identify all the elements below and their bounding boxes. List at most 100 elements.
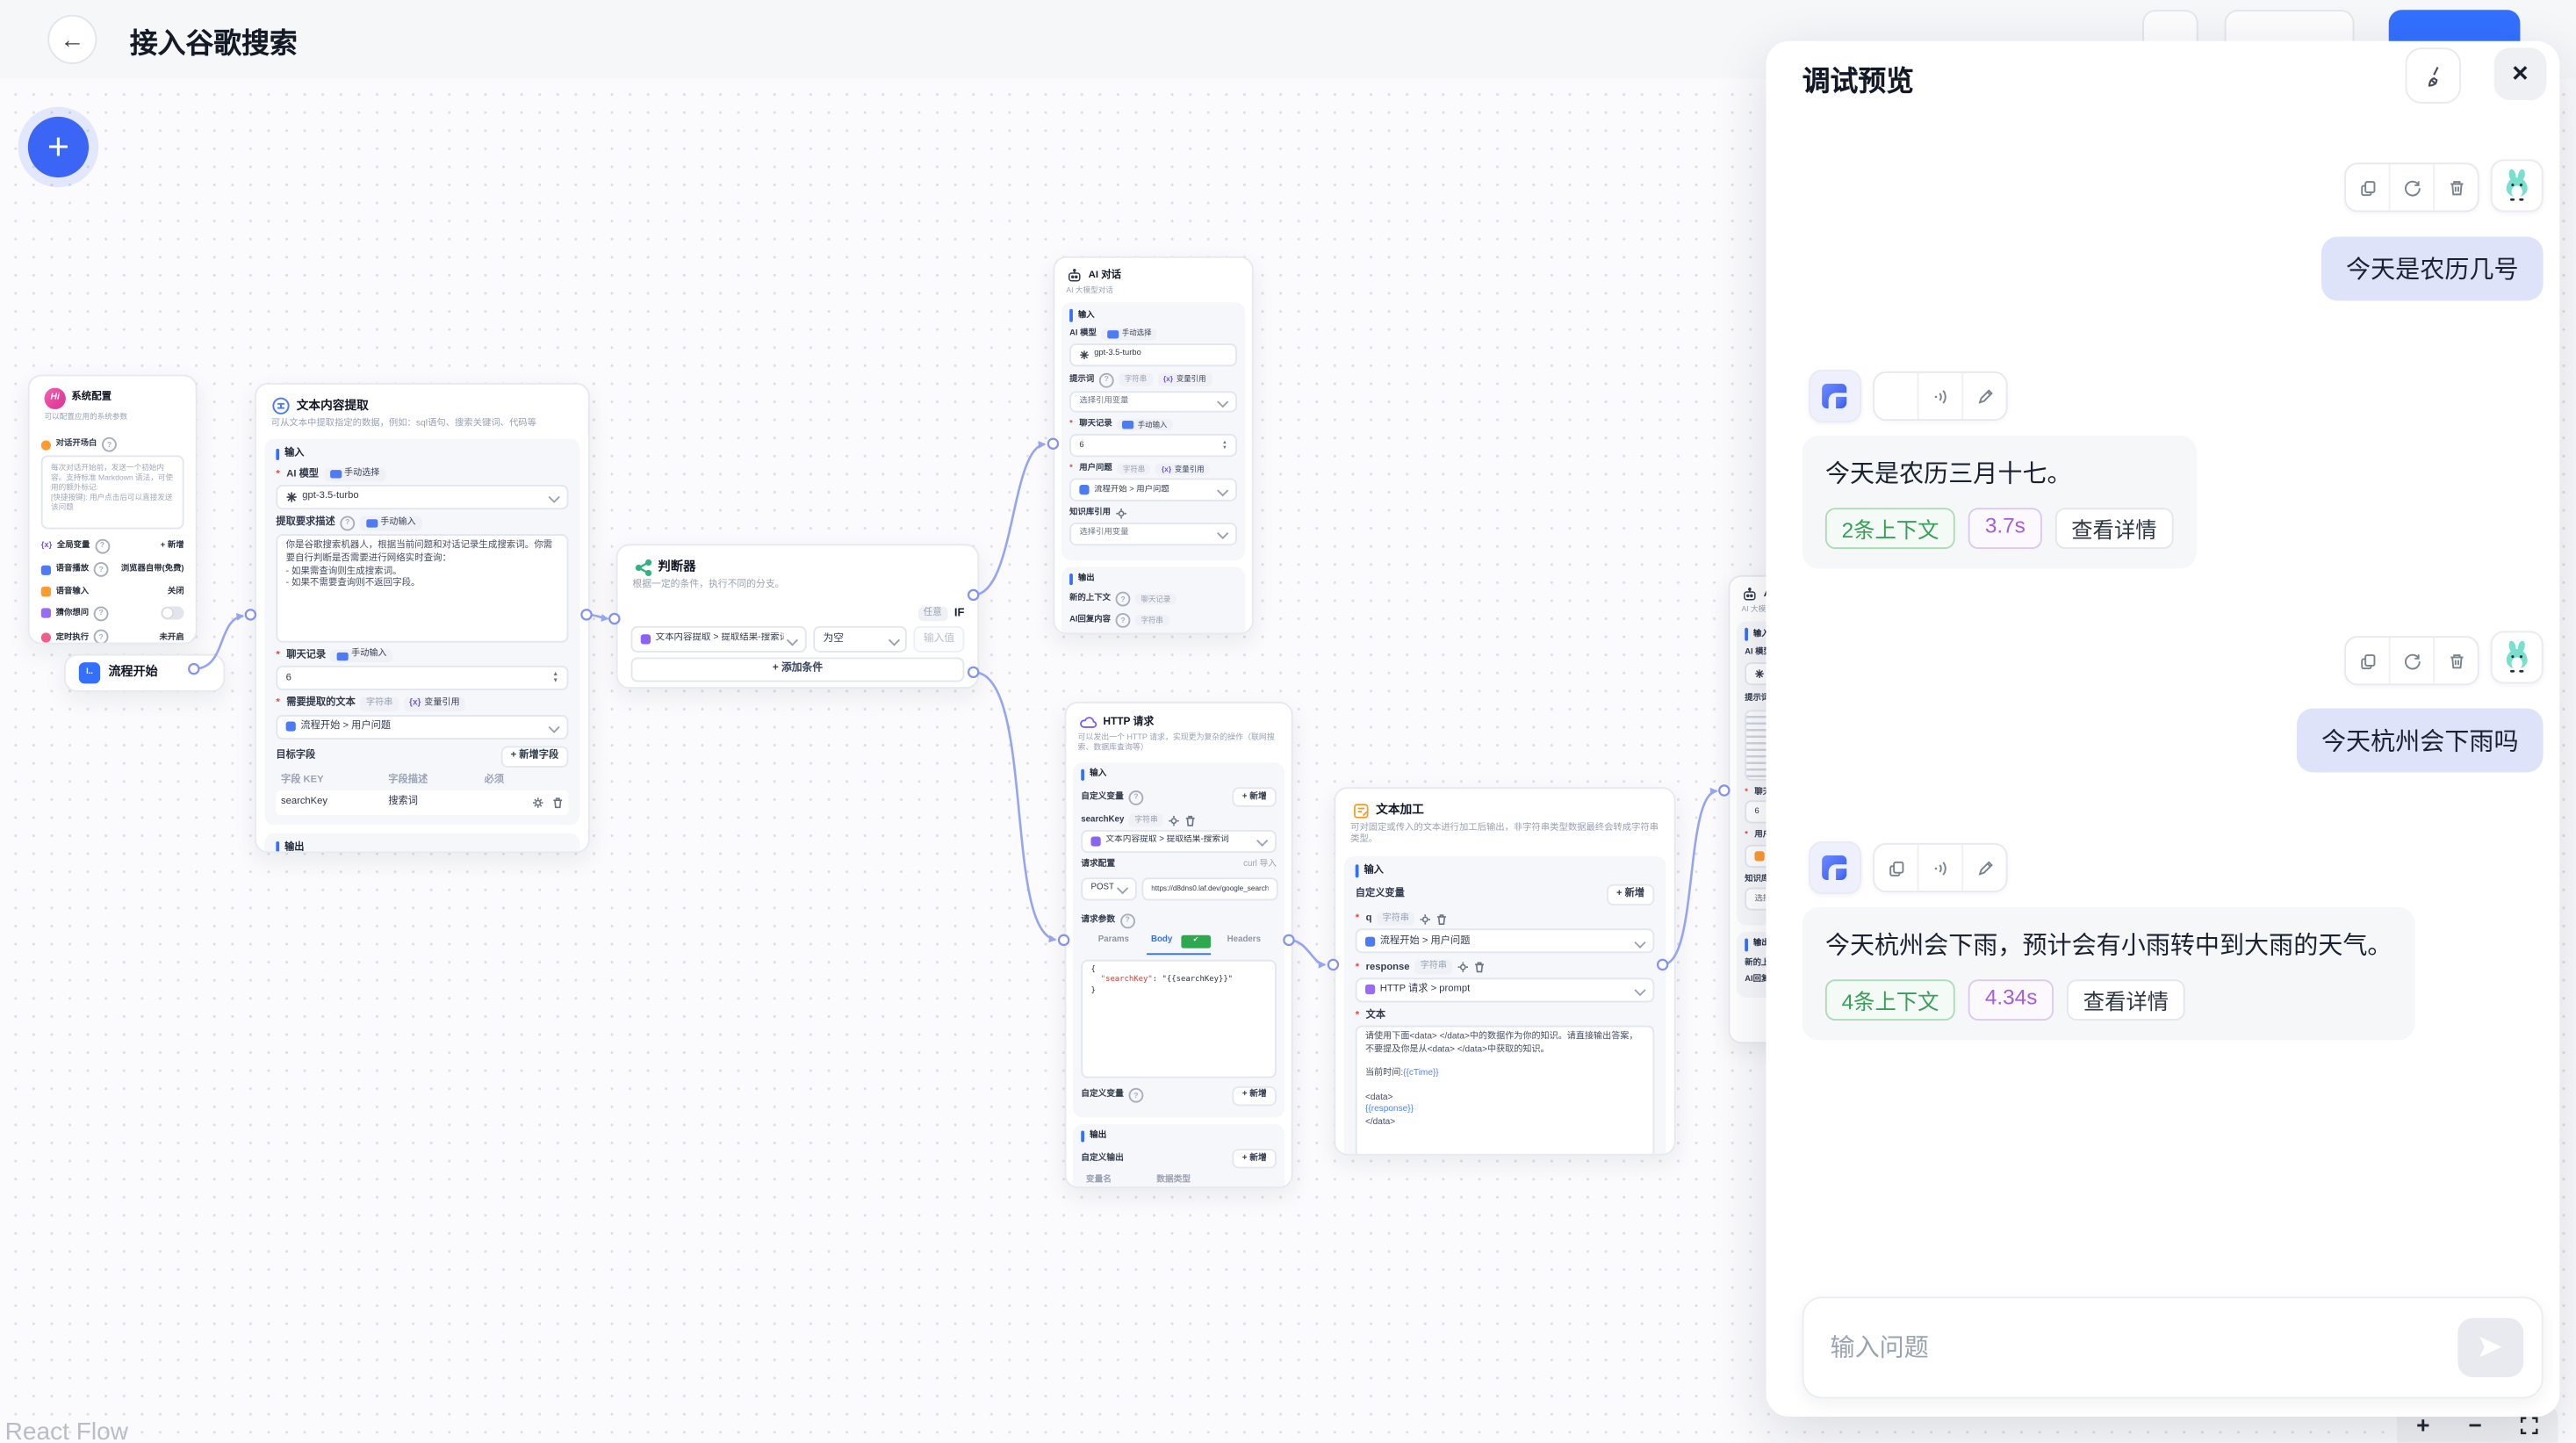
section-output: 输出 (1069, 573, 1237, 585)
tts-button[interactable] (1918, 373, 1962, 419)
field-row: searchKey搜索词 (276, 790, 568, 815)
timer-value[interactable]: 未开启 (159, 632, 183, 644)
node-condition[interactable]: 判断器 根据一定的条件，执行不同的分支。 任意 IF 文本内容提取 > 提取结果… (616, 544, 980, 689)
add-variable-button[interactable]: + 新增 (1233, 1086, 1277, 1106)
custom-var-label: 自定义变量 (1081, 1090, 1124, 1101)
add-node-button[interactable]: + (28, 117, 89, 177)
text-textarea[interactable]: 请使用下面<data> </data>中的数据作为你的知识。请直接输出答案，不要… (1356, 1026, 1655, 1156)
stt-value[interactable]: 关闭 (168, 586, 184, 597)
kb-select[interactable]: 选择引用变量 (1069, 523, 1237, 545)
node-title: 判断器 (658, 559, 695, 575)
condition-value-input[interactable]: 输入值 (914, 626, 965, 652)
method-select[interactable]: POST (1081, 877, 1136, 900)
prompt-select[interactable]: 选择引用变量 (1069, 390, 1237, 413)
response-time-tag[interactable]: 4.34s (1968, 979, 2054, 1021)
zoom-out-button[interactable]: − (2468, 1413, 2481, 1436)
var-select[interactable]: 文本内容提取 > 提取结果-搜索词 (1081, 829, 1277, 852)
user-message: 今天杭州会下雨吗 (2297, 708, 2544, 772)
node-ai-chat[interactable]: AI 对话 AI 大模型对话 输入 AI 模型 手动选择 gpt-3.5-tur… (1053, 256, 1253, 634)
add-variable-button[interactable]: + 新增 (1607, 884, 1655, 906)
url-input[interactable]: https://d8dns0.laf.dev/google_search (1141, 877, 1279, 900)
source-select[interactable]: 流程开始 > 用户问题 (276, 714, 568, 739)
node-flow-start[interactable]: I.. 流程开始 (64, 654, 225, 692)
add-field-button[interactable]: + 新增字段 (500, 746, 568, 768)
add-condition-button[interactable]: + 添加条件 (631, 657, 965, 682)
trash-icon[interactable] (1436, 913, 1448, 925)
context-count-tag[interactable]: 4条上下文 (1825, 979, 1955, 1021)
tts-button[interactable] (1918, 845, 1962, 891)
context-count-tag[interactable]: 2条上下文 (1825, 508, 1955, 549)
welcome-label: 对话开场白 (56, 439, 97, 451)
template-var: {{response}} (1365, 1105, 1414, 1115)
message-toolbar (1873, 372, 2007, 421)
clear-history-button[interactable] (2405, 47, 2461, 104)
condition-left-select[interactable]: 文本内容提取 > 提取结果-搜索词 (631, 626, 807, 652)
desc-textarea[interactable]: 你是谷歌搜索机器人，根据当前问题和对话记录生成搜索词。你需要自行判断是否需要进行… (276, 534, 568, 642)
node-http-request[interactable]: HTTP 请求 可以发出一个 HTTP 请求，实现更为复杂的操作（联网搜索、数据… (1065, 702, 1293, 1188)
tab-body[interactable]: Body✔ (1146, 934, 1211, 954)
model-select[interactable]: gpt-3.5-turbo (1069, 343, 1237, 366)
tab-params[interactable]: Params (1081, 934, 1146, 954)
node-subtitle: 根据一定的条件，执行不同的分支。 (618, 579, 978, 602)
node-text-process[interactable]: 文本加工 可对固定或传入的文本进行加工后输出，非字符串类型数据最终会转成字符串类… (1334, 787, 1675, 1155)
curl-import-button[interactable]: curl 导入 (1243, 859, 1277, 870)
gear-icon[interactable] (1420, 913, 1431, 925)
condition-op-select[interactable]: 为空 (813, 626, 907, 652)
node-text-extract[interactable]: 文本内容提取 可从文本中提取指定的数据，例如：sql语句、搜索关键词、代码等 输… (255, 383, 590, 853)
body-code-editor[interactable]: { "searchKey": "{{searchKey}}" } (1081, 959, 1277, 1078)
trash-icon[interactable] (1474, 962, 1486, 973)
retry-button[interactable] (2389, 164, 2434, 210)
trash-icon[interactable] (1185, 814, 1197, 826)
code-line: "searchKey": "{{searchKey}}" (1090, 977, 1266, 987)
node-title: 流程开始 (108, 665, 157, 682)
delete-button[interactable] (2433, 638, 2478, 683)
copy-button[interactable] (1874, 373, 1918, 419)
add-output-button[interactable]: + 新增 (1233, 1150, 1277, 1169)
response-time-tag[interactable]: 3.7s (1968, 508, 2041, 549)
edit-button[interactable] (1961, 845, 2006, 891)
gear-icon[interactable] (1169, 814, 1180, 826)
send-button[interactable] (2457, 1318, 2523, 1377)
params-label: 请求参数 (1081, 915, 1115, 927)
mic-icon (41, 587, 51, 596)
zoom-in-button[interactable]: + (2416, 1413, 2429, 1436)
delete-button[interactable] (2433, 164, 2478, 210)
copy-button[interactable] (2346, 164, 2389, 210)
chevron-down-icon (889, 634, 899, 645)
copy-button[interactable] (2346, 638, 2389, 683)
user-avatar (2491, 160, 2544, 213)
model-select[interactable]: gpt-3.5-turbo (276, 485, 568, 509)
clock-icon (41, 632, 51, 642)
gear-icon[interactable] (1116, 508, 1127, 519)
copy-button[interactable] (1874, 845, 1918, 891)
question-select[interactable]: 流程开始 > 用户问题 (1069, 479, 1237, 501)
retry-button[interactable] (2389, 638, 2434, 683)
tab-headers[interactable]: Headers (1212, 934, 1277, 954)
tts-value[interactable]: 浏览器自带(免费) (121, 564, 184, 575)
q-select[interactable]: 流程开始 > 用户问题 (1356, 929, 1655, 954)
add-variable-button[interactable]: + 新增 (161, 540, 184, 552)
history-stepper[interactable]: 6 ▲▼ (276, 666, 568, 690)
step-down-icon[interactable]: ▼ (552, 678, 558, 684)
view-detail-button[interactable]: 查看详情 (2067, 979, 2185, 1021)
stt-label: 语音输入 (56, 586, 89, 597)
node-title: 系统配置 (71, 392, 112, 405)
back-button[interactable]: ← (47, 15, 97, 64)
view-detail-button[interactable]: 查看详情 (2055, 508, 2174, 549)
send-icon (2474, 1331, 2507, 1364)
trash-icon[interactable] (552, 797, 564, 808)
node-system-config[interactable]: Hi 系统配置 可以配置应用的系统参数 对话开场白 ? 每次对话开始前，发送一个… (28, 375, 198, 645)
gear-icon[interactable] (532, 797, 543, 808)
close-panel-button[interactable]: × (2493, 47, 2546, 100)
fit-view-button[interactable] (2521, 1416, 2539, 1434)
guess-toggle[interactable] (161, 607, 183, 620)
type-badge: 字符串 (1414, 961, 1452, 975)
history-stepper[interactable]: 6 ▲▼ (1069, 435, 1237, 458)
gear-icon[interactable] (1457, 962, 1469, 973)
question-input[interactable] (1804, 1333, 2458, 1361)
edit-button[interactable] (1961, 373, 2006, 419)
add-variable-button[interactable]: + 新增 (1233, 788, 1277, 807)
question-label: 用户问题 (1079, 464, 1112, 475)
welcome-textarea[interactable]: 每次对话开始前，发送一个初始内容。支持标准 Markdown 语法，可使用的额外… (41, 456, 184, 530)
response-select[interactable]: HTTP 请求 > prompt (1356, 978, 1655, 1002)
